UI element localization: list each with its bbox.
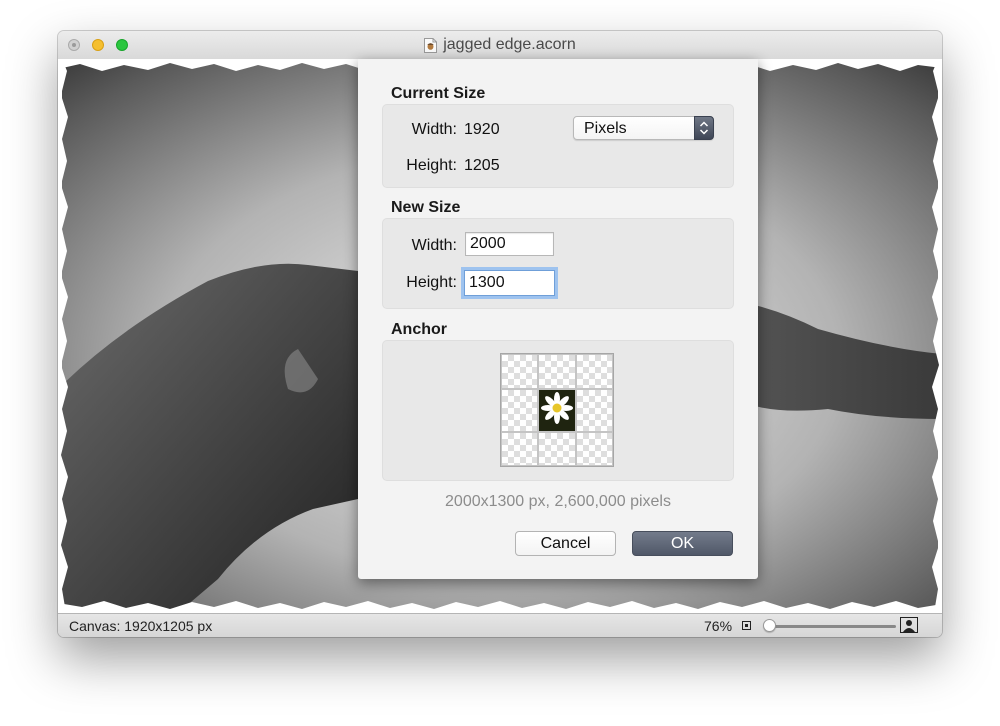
ok-button[interactable]: OK	[632, 531, 733, 556]
current-height-value: 1205	[464, 157, 500, 174]
new-width-label: Width:	[411, 237, 457, 254]
anchor-top-left[interactable]	[501, 354, 538, 389]
new-size-heading: New Size	[391, 199, 461, 216]
anchor-middle-left[interactable]	[501, 388, 538, 432]
document-window: jagged edge.acorn Current Size Width: 19…	[58, 31, 942, 637]
anchor-heading: Anchor	[391, 321, 447, 338]
anchor-middle-right[interactable]	[576, 388, 613, 432]
anchor-bottom-left[interactable]	[501, 431, 538, 466]
new-width-field[interactable]	[465, 232, 554, 256]
cancel-button[interactable]: Cancel	[515, 531, 616, 556]
daisy-icon	[541, 391, 573, 424]
title-bar[interactable]: jagged edge.acorn	[58, 31, 942, 60]
select-arrows-icon	[694, 116, 714, 140]
canvas-size-info: Canvas: 1920x1205 px	[69, 618, 213, 634]
current-size-heading: Current Size	[391, 85, 486, 102]
size-summary: 2000x1300 px, 2,600,000 pixels	[445, 493, 671, 510]
current-width-value: 1920	[464, 121, 500, 138]
current-width-label: Width:	[411, 121, 457, 138]
acorn-document-icon	[424, 37, 438, 53]
current-height-label: Height:	[406, 157, 457, 174]
zoom-slider-thumb[interactable]	[763, 619, 777, 632]
unit-select-value: Pixels	[584, 120, 627, 137]
zoom-slider-track[interactable]	[766, 625, 896, 628]
zoom-out-image-icon[interactable]	[742, 621, 751, 630]
new-size-panel: Width: Height:	[382, 218, 734, 309]
anchor-bottom-right[interactable]	[576, 431, 613, 466]
resize-canvas-sheet: Current Size Width: 1920 Height: 1205 Pi…	[358, 59, 758, 579]
unit-select[interactable]: Pixels	[573, 116, 714, 140]
new-height-field[interactable]	[464, 270, 555, 296]
window-title: jagged edge.acorn	[443, 36, 576, 53]
anchor-top-right[interactable]	[576, 354, 613, 389]
anchor-bottom-center[interactable]	[538, 431, 576, 466]
zoom-percent: 76%	[704, 618, 733, 634]
zoom-in-person-icon[interactable]	[900, 617, 918, 633]
new-height-label: Height:	[406, 274, 457, 291]
anchor-center[interactable]	[538, 388, 576, 432]
window-title-group: jagged edge.acorn	[58, 31, 942, 59]
status-bar: Canvas: 1920x1205 px 76%	[58, 613, 942, 637]
anchor-grid	[500, 353, 614, 467]
anchor-top-center[interactable]	[538, 354, 576, 389]
image-canvas[interactable]: Current Size Width: 1920 Height: 1205 Pi…	[58, 59, 942, 613]
